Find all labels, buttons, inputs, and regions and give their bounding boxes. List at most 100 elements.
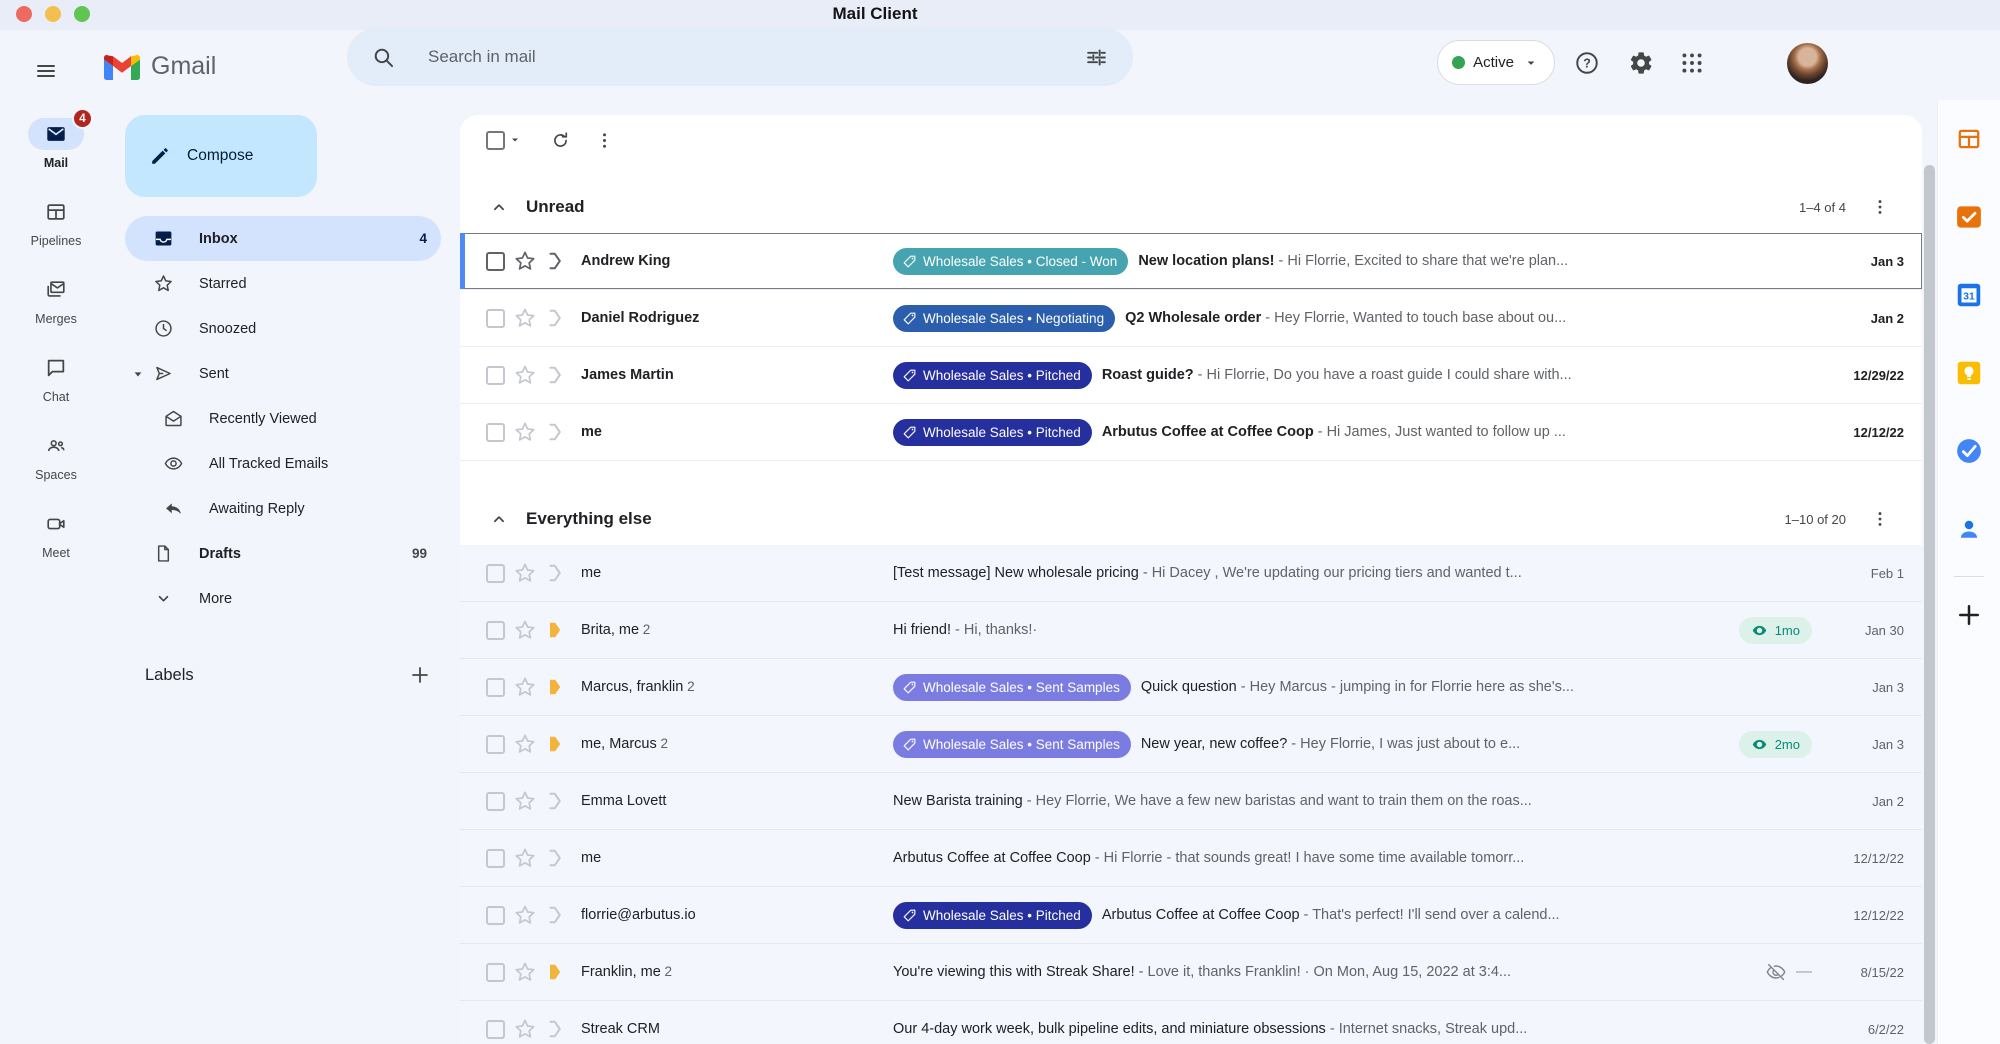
- rail-pill[interactable]: [28, 274, 84, 306]
- add-label-button[interactable]: [408, 663, 432, 687]
- email-row[interactable]: Emma LovettNew Barista training - Hey Fl…: [460, 773, 1922, 830]
- search-icon[interactable]: [371, 45, 396, 70]
- rail-item-mail[interactable]: 4Mail: [0, 118, 112, 196]
- streak-pipeline-flag-icon[interactable]: [543, 306, 567, 330]
- help-button[interactable]: ?: [1565, 41, 1609, 85]
- star-icon[interactable]: [513, 249, 537, 273]
- email-row[interactable]: Marcus, franklin 2Wholesale Sales • Sent…: [460, 659, 1922, 716]
- row-checkbox[interactable]: [486, 906, 505, 925]
- streak-pipeline-flag-icon[interactable]: [543, 960, 567, 984]
- email-row[interactable]: me[Test message] New wholesale pricing -…: [460, 545, 1922, 602]
- compose-button[interactable]: Compose: [125, 115, 317, 197]
- pipeline-stage-badge[interactable]: Wholesale Sales • Sent Samples: [893, 731, 1131, 758]
- rail-item-meet[interactable]: Meet: [0, 508, 112, 586]
- more-options-button[interactable]: [584, 120, 624, 160]
- star-icon[interactable]: [513, 960, 537, 984]
- row-checkbox[interactable]: [486, 963, 505, 982]
- apps-grid-button[interactable]: [1670, 41, 1714, 85]
- sidebar-item-all-tracked-emails[interactable]: All Tracked Emails: [125, 441, 441, 486]
- streak-pipeline-flag-icon[interactable]: [543, 1017, 567, 1041]
- pipeline-stage-badge[interactable]: Wholesale Sales • Sent Samples: [893, 674, 1131, 701]
- email-row[interactable]: James MartinWholesale Sales • PitchedRoa…: [460, 347, 1922, 404]
- star-icon[interactable]: [513, 789, 537, 813]
- streak-pipelines-icon[interactable]: [1938, 100, 2000, 178]
- expander-caret-icon[interactable]: [129, 365, 147, 383]
- select-dropdown-icon[interactable]: [506, 131, 524, 149]
- streak-pipeline-flag-icon[interactable]: [543, 363, 567, 387]
- email-row[interactable]: me, Marcus 2Wholesale Sales • Sent Sampl…: [460, 716, 1922, 773]
- streak-pipeline-flag-icon[interactable]: [543, 903, 567, 927]
- pipeline-stage-badge[interactable]: Wholesale Sales • Negotiating: [893, 305, 1115, 332]
- sidebar-item-awaiting-reply[interactable]: Awaiting Reply: [125, 486, 441, 531]
- rail-pill[interactable]: [28, 196, 84, 228]
- row-checkbox[interactable]: [486, 309, 505, 328]
- collapse-section-button[interactable]: [488, 196, 510, 218]
- sidebar-item-more[interactable]: More: [125, 576, 441, 621]
- streak-pipeline-flag-icon[interactable]: [543, 618, 567, 642]
- sidebar-item-sent[interactable]: Sent: [125, 351, 441, 396]
- star-icon[interactable]: [513, 903, 537, 927]
- rail-pill[interactable]: [28, 352, 84, 384]
- settings-button[interactable]: [1619, 41, 1663, 85]
- account-avatar[interactable]: [1787, 43, 1828, 84]
- sidebar-item-starred[interactable]: Starred: [125, 261, 441, 306]
- star-icon[interactable]: [513, 618, 537, 642]
- row-checkbox[interactable]: [486, 678, 505, 697]
- email-row[interactable]: Franklin, me 2You're viewing this with S…: [460, 944, 1922, 1001]
- rail-item-pipelines[interactable]: Pipelines: [0, 196, 112, 274]
- rail-pill[interactable]: 4: [28, 118, 84, 150]
- rail-pill[interactable]: [28, 430, 84, 462]
- rail-item-chat[interactable]: Chat: [0, 352, 112, 430]
- main-menu-button[interactable]: [24, 49, 68, 93]
- streak-pipeline-flag-icon[interactable]: [543, 249, 567, 273]
- search-bar[interactable]: [347, 28, 1133, 86]
- star-icon[interactable]: [513, 306, 537, 330]
- refresh-button[interactable]: [540, 120, 580, 160]
- rail-item-merges[interactable]: Merges: [0, 274, 112, 352]
- email-row[interactable]: meWholesale Sales • PitchedArbutus Coffe…: [460, 404, 1922, 461]
- star-icon[interactable]: [513, 1017, 537, 1041]
- row-checkbox[interactable]: [486, 423, 505, 442]
- sidebar-item-recently-viewed[interactable]: Recently Viewed: [125, 396, 441, 441]
- section-more-button[interactable]: [1860, 499, 1900, 539]
- row-checkbox[interactable]: [486, 621, 505, 640]
- pipeline-stage-badge[interactable]: Wholesale Sales • Closed - Won: [893, 248, 1128, 275]
- gmail-logo[interactable]: Gmail: [104, 52, 216, 81]
- collapse-section-button[interactable]: [488, 508, 510, 530]
- sidebar-item-drafts[interactable]: Drafts99: [125, 531, 441, 576]
- scrollbar[interactable]: [1924, 165, 1935, 1044]
- pipeline-stage-badge[interactable]: Wholesale Sales • Pitched: [893, 419, 1092, 446]
- rail-item-spaces[interactable]: Spaces: [0, 430, 112, 508]
- star-icon[interactable]: [513, 561, 537, 585]
- row-checkbox[interactable]: [486, 849, 505, 868]
- calendar-icon[interactable]: 31: [1938, 256, 2000, 334]
- email-row[interactable]: Streak CRMOur 4-day work week, bulk pipe…: [460, 1001, 1922, 1044]
- streak-pipeline-flag-icon[interactable]: [543, 732, 567, 756]
- get-addons-icon[interactable]: [1938, 585, 2000, 645]
- search-input[interactable]: [426, 46, 1084, 68]
- streak-pipeline-flag-icon[interactable]: [543, 561, 567, 585]
- streak-check-icon[interactable]: [1938, 178, 2000, 256]
- search-options-icon[interactable]: [1084, 45, 1109, 70]
- row-checkbox[interactable]: [486, 735, 505, 754]
- sidebar-item-snoozed[interactable]: Snoozed: [125, 306, 441, 351]
- email-row[interactable]: Daniel RodriguezWholesale Sales • Negoti…: [460, 290, 1922, 347]
- email-row[interactable]: Brita, me 2Hi friend! - Hi, thanks!·1moJ…: [460, 602, 1922, 659]
- section-more-button[interactable]: [1860, 187, 1900, 227]
- row-checkbox[interactable]: [486, 252, 505, 271]
- email-row[interactable]: meArbutus Coffee at Coffee Coop - Hi Flo…: [460, 830, 1922, 887]
- row-checkbox[interactable]: [486, 366, 505, 385]
- keep-icon[interactable]: [1938, 334, 2000, 412]
- email-row[interactable]: Andrew KingWholesale Sales • Closed - Wo…: [460, 233, 1922, 290]
- star-icon[interactable]: [513, 363, 537, 387]
- tasks-icon[interactable]: [1938, 412, 2000, 490]
- row-checkbox[interactable]: [486, 564, 505, 583]
- streak-pipeline-flag-icon[interactable]: [543, 789, 567, 813]
- row-checkbox[interactable]: [486, 1020, 505, 1039]
- star-icon[interactable]: [513, 420, 537, 444]
- star-icon[interactable]: [513, 732, 537, 756]
- row-checkbox[interactable]: [486, 792, 505, 811]
- email-row[interactable]: florrie@arbutus.ioWholesale Sales • Pitc…: [460, 887, 1922, 944]
- streak-pipeline-flag-icon[interactable]: [543, 846, 567, 870]
- star-icon[interactable]: [513, 846, 537, 870]
